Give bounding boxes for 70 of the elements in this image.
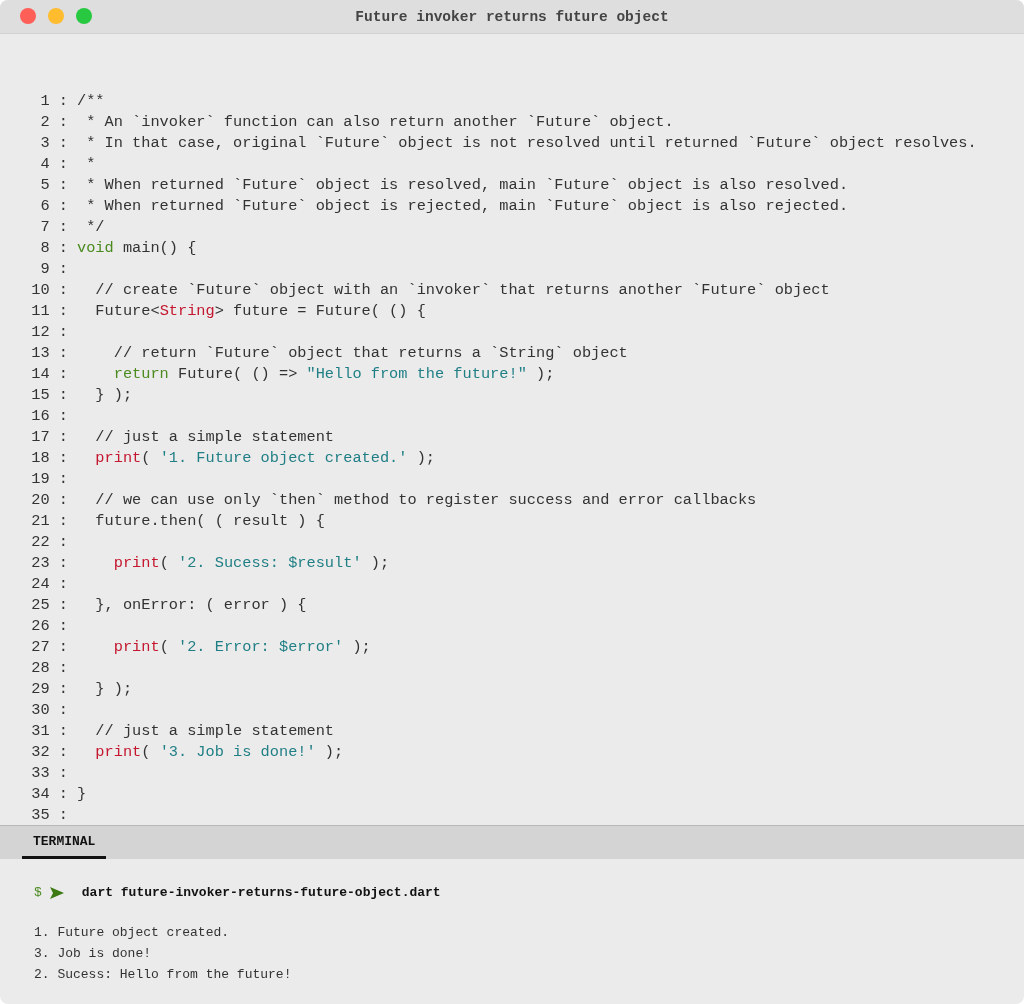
line-number: 2 : [39, 112, 68, 131]
line-number: 13 : [30, 343, 68, 362]
line-number: 24 : [30, 574, 68, 593]
line-number: 1 : [39, 91, 68, 110]
line-number: 23 : [30, 553, 68, 572]
line-number: 31 : [30, 721, 68, 740]
arrow-icon [49, 886, 64, 899]
line-number: 28 : [30, 658, 68, 677]
line-number: 6 : [39, 196, 68, 215]
terminal-output-line: 1. Future object created. [34, 924, 231, 942]
line-number: 17 : [30, 427, 68, 446]
code-line: // we can use only `then` method to register success and error callbacks [94, 490, 757, 509]
code-line: } ); [94, 385, 133, 404]
code-line: * When returned `Future` object is rejected, main `Future` object is also rejected. [85, 196, 849, 215]
line-number: 33 : [30, 763, 68, 782]
line-number: 8 : [39, 238, 68, 257]
maximize-icon[interactable] [76, 8, 92, 24]
line-number: 32 : [30, 742, 68, 761]
line-number: 34 : [30, 784, 68, 803]
code-line: } [77, 784, 87, 803]
line-number: 19 : [30, 469, 68, 488]
line-number: 14 : [30, 364, 68, 383]
code-line: void main() { [77, 238, 197, 257]
line-number: 21 : [30, 511, 68, 530]
code-line: print( '2. Sucess: $result' ); [112, 553, 390, 572]
code-line: // create `Future` object with an `invoker` that returns another `Future` object [94, 280, 830, 299]
code-line: print( '2. Error: $error' ); [112, 637, 371, 656]
code-line: // just a simple statement [94, 721, 335, 740]
line-number: 20 : [30, 490, 68, 509]
line-number: 5 : [39, 175, 68, 194]
line-number: 16 : [30, 406, 68, 425]
code-line: // return `Future` object that returns a `String` object [112, 343, 628, 362]
terminal-output-line: 3. Job is done! [34, 945, 153, 963]
line-number: 12 : [30, 322, 68, 341]
code-line: */ [85, 217, 105, 236]
code-line: Future<String> future = Future( () { [94, 301, 426, 320]
code-line: * When returned `Future` object is resolved, main `Future` object is also resolved. [85, 175, 849, 194]
code-line: }, onError: ( error ) { [94, 595, 307, 614]
line-number: 15 : [30, 385, 68, 404]
line-number: 30 : [30, 700, 68, 719]
close-icon[interactable] [20, 8, 36, 24]
code-line: future.then( ( result ) { [94, 511, 325, 530]
code-line: * An `invoker` function can also return another `Future` object. [85, 112, 674, 131]
line-number: 9 : [39, 259, 68, 278]
line-number: 27 : [30, 637, 68, 656]
line-number: 4 : [39, 154, 68, 173]
line-number: 3 : [39, 133, 68, 152]
line-number: 22 : [30, 532, 68, 551]
line-number: 29 : [30, 679, 68, 698]
prompt-symbol: $ [34, 885, 42, 900]
code-line: } ); [94, 679, 133, 698]
window-title: Future invoker returns future object [355, 8, 669, 25]
line-number: 25 : [30, 595, 68, 614]
line-number: 11 : [30, 301, 68, 320]
terminal-tab[interactable]: TERMINAL [22, 826, 107, 859]
line-number: 26 : [30, 616, 68, 635]
code-line: * In that case, original `Future` object is not resolved until returned `Future` object resolves. [85, 133, 977, 152]
code-line: // just a simple statement [94, 427, 335, 446]
line-number: 7 : [39, 217, 68, 236]
code-line: print( '3. Job is done!' ); [94, 742, 344, 761]
line-number: 10 : [30, 280, 68, 299]
code-line: /** [77, 91, 105, 110]
line-number: 18 : [30, 448, 68, 467]
terminal-output-line: 2. Sucess: Hello from the future! [34, 966, 293, 984]
code-line: return Future( () => "Hello from the future!" ); [112, 364, 555, 383]
code-line: * [85, 154, 96, 173]
minimize-icon[interactable] [48, 8, 64, 24]
terminal-command: dart future-invoker-returns-future-object.dart [81, 885, 441, 900]
line-number: 35 : [30, 805, 68, 824]
code-line: print( '1. Future object created.' ); [94, 448, 436, 467]
